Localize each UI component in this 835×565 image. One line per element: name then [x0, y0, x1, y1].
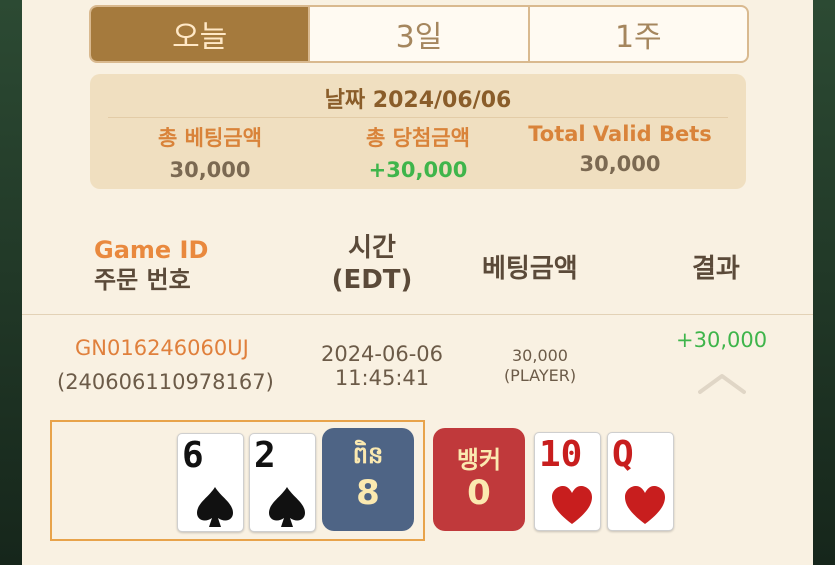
summary-divider [108, 117, 728, 118]
player-score-badge: ពិន 8 [322, 428, 414, 531]
total-bet-label: 총 베팅금액 [158, 126, 262, 150]
player-score-value: 8 [356, 473, 380, 513]
player-card-1-rank: 6 [182, 435, 204, 476]
background-right [813, 0, 835, 565]
banker-card-1: 10 [534, 432, 601, 531]
chevron-up-icon[interactable] [698, 370, 746, 396]
table-header: Game ID 주문 번호 시간 (EDT) 베팅금액 결과 [22, 220, 813, 310]
total-bet-value: 30,000 [169, 158, 251, 182]
header-result: 결과 [692, 254, 740, 284]
header-game-id: Game ID 주문 번호 [94, 235, 208, 295]
table-row[interactable]: GN016246060UJ (240606110978167) 2024-06-… [22, 318, 813, 418]
total-win: 총 당첨금액 +30,000 [308, 122, 528, 182]
record-game-id[interactable]: GN016246060UJ [75, 336, 249, 360]
spade-icon [269, 487, 305, 527]
header-time-label: 시간 [348, 233, 396, 263]
header-order-no-label: 주문 번호 [94, 266, 191, 294]
player-card-2: 2 [249, 433, 316, 532]
header-time: 시간 (EDT) [322, 232, 422, 296]
banker-score-value: 0 [467, 473, 491, 513]
banker-card-1-rank: 10 [539, 434, 583, 475]
total-bet: 총 베팅금액 30,000 [100, 122, 320, 182]
heart-icon [625, 486, 665, 524]
tab-today[interactable]: 오늘 [91, 7, 311, 61]
record-time: 11:45:41 [334, 366, 430, 390]
banker-score-label: 뱅커 [456, 446, 502, 474]
record-order-no: (240606110978167) [57, 370, 274, 394]
summary-date: 날짜 2024/06/06 [324, 88, 512, 113]
player-hand: 6 2 ពិន 8 [50, 420, 425, 541]
record-datetime: 2024-06-06 11:45:41 [318, 342, 446, 390]
total-win-label: 총 당첨금액 [366, 126, 470, 150]
heart-icon [552, 486, 592, 524]
background-left [0, 0, 22, 565]
daily-summary: 날짜 2024/06/06 총 베팅금액 30,000 총 당첨금액 +30,0… [90, 74, 746, 189]
player-card-1: 6 [177, 433, 244, 532]
header-game-id-label: Game ID [94, 236, 209, 264]
record-bet: 30,000 (PLAYER) [484, 346, 596, 386]
player-card-2-rank: 2 [254, 435, 276, 476]
record-date: 2024-06-06 [320, 342, 444, 366]
header-bet-amount: 베팅금액 [482, 254, 578, 284]
period-tabs: 오늘 3일 1주 [89, 5, 749, 63]
total-win-value: +30,000 [368, 158, 468, 182]
player-score-label: ពិន [352, 441, 384, 469]
record-bet-amount: 30,000 [512, 346, 568, 365]
valid-bets: Total Valid Bets 30,000 [510, 122, 730, 176]
spade-icon [197, 487, 233, 527]
header-timezone-label: (EDT) [331, 265, 413, 295]
record-bet-side: (PLAYER) [503, 366, 577, 385]
valid-bets-value: 30,000 [579, 152, 661, 176]
tab-3days[interactable]: 3일 [310, 7, 530, 61]
banker-hand: 뱅커 0 10 Q [433, 428, 683, 538]
banker-score-badge: 뱅커 0 [433, 428, 525, 531]
header-divider [22, 314, 813, 315]
banker-card-2: Q [607, 432, 674, 531]
record-result: +30,000 [676, 328, 768, 352]
valid-bets-label: Total Valid Bets [528, 122, 712, 146]
tab-1week[interactable]: 1주 [530, 7, 747, 61]
banker-card-2-rank: Q [612, 434, 634, 475]
